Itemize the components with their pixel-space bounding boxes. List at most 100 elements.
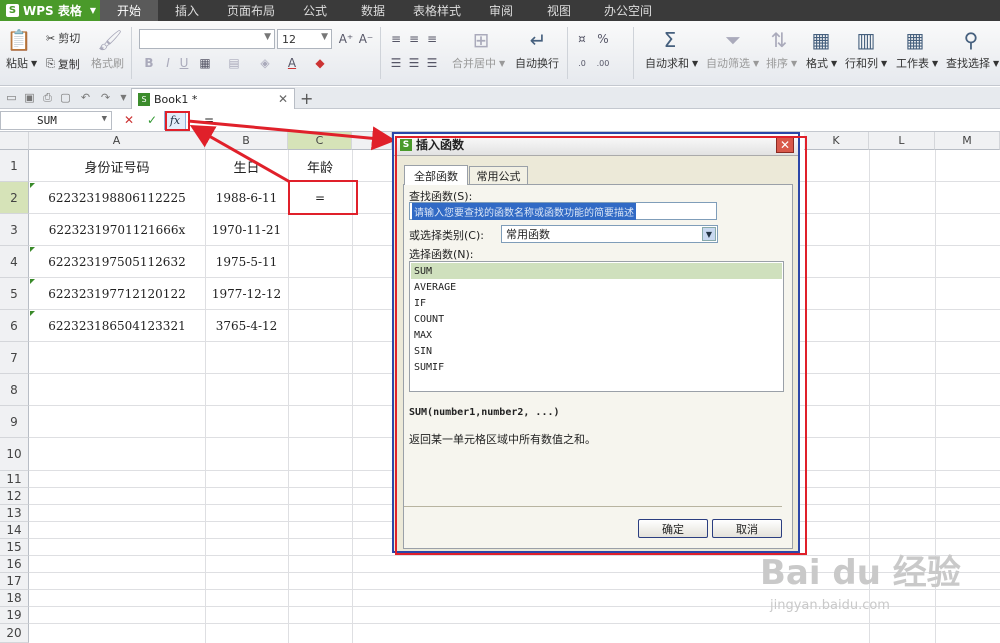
undo-icon[interactable]: ↶ [78,90,93,105]
confirm-formula-icon[interactable]: ✓ [147,113,157,127]
cell-a3[interactable]: 62232319701121666x [29,214,205,246]
paste-icon[interactable]: 📋 [6,27,32,53]
row-header[interactable]: 12 [0,488,29,505]
tab-page-layout[interactable]: 页面布局 [216,0,286,21]
column-header-blank[interactable] [352,132,392,150]
row-header[interactable]: 8 [0,374,29,406]
align-bottom-icon[interactable]: ≡ [424,31,440,47]
cell-a1[interactable]: 身份证号码 [29,150,205,182]
open-folder-icon[interactable]: ▭ [4,90,19,105]
rows-cols-button[interactable]: 行和列 ▼ [845,55,887,71]
format-painter-button[interactable]: 格式刷 [91,55,124,71]
autofilter-button[interactable]: 自动筛选 ▼ [706,55,759,71]
cell-a5[interactable]: 622323197712120122 [29,278,205,310]
close-tab-icon[interactable]: ✕ [278,92,288,106]
cell-a2[interactable]: 622323198806112225 [29,182,205,214]
align-center-icon[interactable]: ☰ [406,55,422,71]
column-header-a[interactable]: A [29,132,205,150]
merge-border-icon[interactable]: ▤ [226,55,242,71]
row-header[interactable]: 5 [0,278,29,310]
row-header[interactable]: 9 [0,406,29,438]
column-header-c[interactable]: C [288,132,352,150]
decrease-font-icon[interactable]: A⁻ [358,31,374,47]
cell-c1[interactable]: 年龄 [288,150,352,182]
column-header-m[interactable]: M [935,132,1000,150]
print-icon[interactable]: ⎙ [40,90,55,105]
name-box[interactable]: SUM ▼ [0,111,112,130]
cell-b6[interactable]: 3765-4-12 [205,310,288,342]
cell-a4[interactable]: 622323197505112632 [29,246,205,278]
select-all-corner[interactable] [0,132,29,150]
percent-icon[interactable]: % [595,31,611,47]
sheet-button[interactable]: 工作表 ▼ [896,55,938,71]
decrease-decimal-icon[interactable]: .00 [595,55,611,71]
cell-b4[interactable]: 1975-5-11 [205,246,288,278]
format-painter-icon[interactable]: 🖌 [97,27,123,53]
formula-input[interactable]: = [204,113,214,127]
row-header[interactable]: 14 [0,522,29,539]
row-header[interactable]: 4 [0,246,29,278]
sigma-icon[interactable]: Σ [657,27,683,53]
rows-cols-icon[interactable]: ▥ [853,27,879,53]
format-button[interactable]: 格式 ▼ [806,55,837,71]
sort-icon[interactable]: ⇅ [766,27,792,53]
row-header[interactable]: 1 [0,150,29,182]
border-icon[interactable]: ▦ [197,55,213,71]
app-menu-button[interactable]: S WPS 表格 ▼ [0,0,100,21]
cell-b1[interactable]: 生日 [205,150,288,182]
cut-button[interactable]: ✂ 剪切 [46,30,80,46]
merge-center-button[interactable]: 合并居中 ▼ [452,55,505,71]
tab-insert[interactable]: 插入 [158,0,216,21]
redo-icon[interactable]: ↷ [98,90,113,105]
tab-all-functions[interactable]: 全部函数 [404,165,468,185]
new-tab-plus-icon[interactable]: + [300,89,313,108]
align-right-icon[interactable]: ☰ [424,55,440,71]
tab-home[interactable]: 开始 [100,0,158,21]
paste-button[interactable]: 粘贴 ▼ [6,55,37,71]
row-header[interactable]: 13 [0,505,29,522]
cell-b5[interactable]: 1977-12-12 [205,278,288,310]
align-top-icon[interactable]: ≡ [388,31,404,47]
row-header[interactable]: 18 [0,590,29,607]
column-header-l[interactable]: L [869,132,935,150]
fill-color-icon[interactable]: ◈ [257,55,273,71]
tab-table-style[interactable]: 表格样式 [402,0,472,21]
increase-font-icon[interactable]: A⁺ [338,31,354,47]
row-header[interactable]: 7 [0,342,29,374]
underline-icon[interactable]: U [176,55,192,71]
row-header[interactable]: 2 [0,182,29,214]
column-header-b[interactable]: B [205,132,288,150]
document-tab[interactable]: S Book1 * ✕ [131,88,295,109]
clear-format-icon[interactable]: ◆ [312,55,328,71]
row-header[interactable]: 17 [0,573,29,590]
bold-icon[interactable]: B [141,55,157,71]
autosum-button[interactable]: 自动求和 ▼ [645,55,698,71]
tab-view[interactable]: 视图 [530,0,588,21]
font-color-icon[interactable]: A [284,55,300,71]
wrap-text-button[interactable]: 自动换行 [515,55,559,71]
binoculars-icon[interactable]: ⚲ [958,27,984,53]
row-header[interactable]: 10 [0,438,29,471]
font-name-select[interactable]: ▼ [139,29,275,49]
customize-chevron-icon[interactable]: ▼ [116,90,131,105]
italic-icon[interactable]: I [160,55,176,71]
row-header[interactable]: 20 [0,624,29,643]
row-header[interactable]: 15 [0,539,29,556]
save-icon[interactable]: ▣ [22,90,37,105]
row-header[interactable]: 6 [0,310,29,342]
tab-office-space[interactable]: 办公空间 [588,0,668,21]
align-middle-icon[interactable]: ≡ [406,31,422,47]
filter-icon[interactable]: ⏷ [720,27,746,53]
font-size-select[interactable]: 12 ▼ [277,29,332,49]
increase-decimal-icon[interactable]: .0 [574,55,590,71]
sheet-icon[interactable]: ▦ [902,27,928,53]
sort-button[interactable]: 排序 ▼ [766,55,797,71]
chevron-down-icon[interactable]: ▼ [102,114,107,124]
find-select-button[interactable]: 查找选择 ▼ [946,55,999,71]
print-preview-icon[interactable]: ▢ [58,90,73,105]
wrap-text-icon[interactable]: ↵ [525,27,551,53]
cell-b2[interactable]: 1988-6-11 [205,182,288,214]
merge-center-icon[interactable]: ⊞ [468,27,494,53]
tab-review[interactable]: 审阅 [472,0,530,21]
cell-a6[interactable]: 622323186504123321 [29,310,205,342]
